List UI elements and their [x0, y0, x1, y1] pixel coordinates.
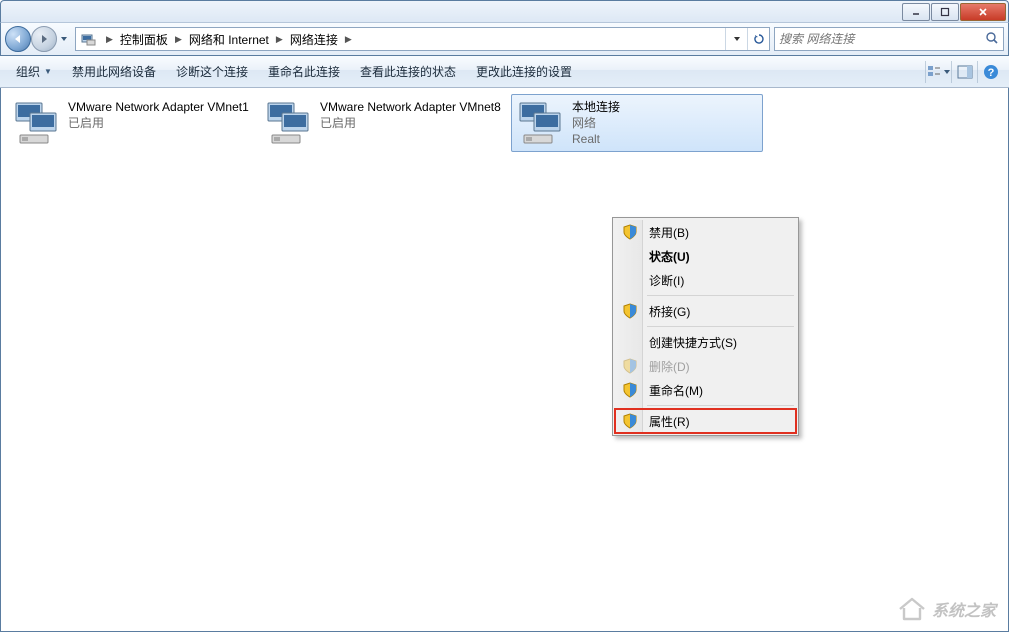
breadcrumb-item[interactable]: 网络连接 [285, 28, 343, 50]
breadcrumb-sep-icon: ▶ [274, 34, 285, 45]
connection-status: 已启用 [68, 115, 249, 131]
breadcrumb-sep-icon: ▶ [343, 34, 354, 45]
breadcrumb-sep-icon: ▶ [104, 34, 115, 45]
cmd-view-status[interactable]: 查看此连接的状态 [350, 59, 466, 84]
ctx-create-shortcut[interactable]: 创建快捷方式(S) [615, 330, 796, 354]
search-icon[interactable] [985, 31, 999, 48]
view-options-button[interactable] [925, 61, 951, 83]
cmd-change-settings[interactable]: 更改此连接的设置 [466, 59, 582, 84]
breadcrumb-item[interactable]: 控制面板 [115, 28, 173, 50]
cmd-rename[interactable]: 重命名此连接 [258, 59, 350, 84]
content-area: VMware Network Adapter VMnet1 已启用 VMware… [0, 88, 1009, 632]
shield-icon [622, 413, 638, 429]
ctx-disable[interactable]: 禁用(B) [615, 220, 796, 244]
connection-detail: Realt [572, 131, 620, 147]
forward-button[interactable] [31, 26, 57, 52]
refresh-button[interactable] [747, 28, 769, 50]
window-titlebar [0, 0, 1009, 22]
organize-menu[interactable]: 组织▼ [6, 59, 62, 84]
history-dropdown[interactable] [57, 35, 71, 43]
network-adapter-icon [516, 99, 564, 147]
ctx-separator [647, 405, 794, 406]
nav-bar: ▶ 控制面板 ▶ 网络和 Internet ▶ 网络连接 ▶ [0, 22, 1009, 56]
ctx-separator [647, 326, 794, 327]
search-input[interactable] [779, 32, 985, 46]
ctx-delete: 删除(D) [615, 354, 796, 378]
shield-icon [622, 358, 638, 374]
breadcrumb-sep-icon: ▶ [173, 34, 184, 45]
ctx-rename[interactable]: 重命名(M) [615, 378, 796, 402]
connection-status: 已启用 [320, 115, 501, 131]
ctx-diagnose[interactable]: 诊断(I) [615, 268, 796, 292]
address-bar[interactable]: ▶ 控制面板 ▶ 网络和 Internet ▶ 网络连接 ▶ [75, 27, 770, 51]
connection-name: 本地连接 [572, 99, 620, 115]
connection-status: 网络 [572, 115, 620, 131]
back-button[interactable] [5, 26, 31, 52]
ctx-properties[interactable]: 属性(R) [615, 409, 796, 433]
minimize-button[interactable] [902, 3, 930, 21]
context-menu: 禁用(B) 状态(U) 诊断(I) 桥接(G) 创建快捷方式(S) 删除(D) … [612, 217, 799, 436]
breadcrumb-root-icon[interactable] [76, 28, 104, 50]
help-button[interactable]: ? [977, 61, 1003, 83]
ctx-status[interactable]: 状态(U) [615, 244, 796, 268]
network-adapter-icon [12, 99, 60, 147]
breadcrumb-item[interactable]: 网络和 Internet [184, 28, 274, 50]
connection-item[interactable]: VMware Network Adapter VMnet8 已启用 [259, 94, 511, 152]
connection-item-selected[interactable]: 本地连接 网络 Realt [511, 94, 763, 152]
preview-pane-button[interactable] [951, 61, 977, 83]
close-button[interactable] [960, 3, 1006, 21]
address-dropdown[interactable] [725, 28, 747, 50]
search-box[interactable] [774, 27, 1004, 51]
connection-item[interactable]: VMware Network Adapter VMnet1 已启用 [7, 94, 259, 152]
network-adapter-icon [264, 99, 312, 147]
cmd-diagnose[interactable]: 诊断这个连接 [166, 59, 258, 84]
watermark: 系统之家 [898, 597, 996, 621]
maximize-button[interactable] [931, 3, 959, 21]
svg-text:?: ? [987, 67, 994, 79]
shield-icon [622, 382, 638, 398]
shield-icon [622, 224, 638, 240]
connection-name: VMware Network Adapter VMnet8 [320, 99, 501, 115]
connection-name: VMware Network Adapter VMnet1 [68, 99, 249, 115]
cmd-disable[interactable]: 禁用此网络设备 [62, 59, 166, 84]
shield-icon [622, 303, 638, 319]
ctx-separator [647, 295, 794, 296]
nav-arrows [5, 26, 71, 52]
command-bar: 组织▼ 禁用此网络设备 诊断这个连接 重命名此连接 查看此连接的状态 更改此连接… [0, 56, 1009, 88]
ctx-bridge[interactable]: 桥接(G) [615, 299, 796, 323]
house-icon [898, 597, 926, 621]
